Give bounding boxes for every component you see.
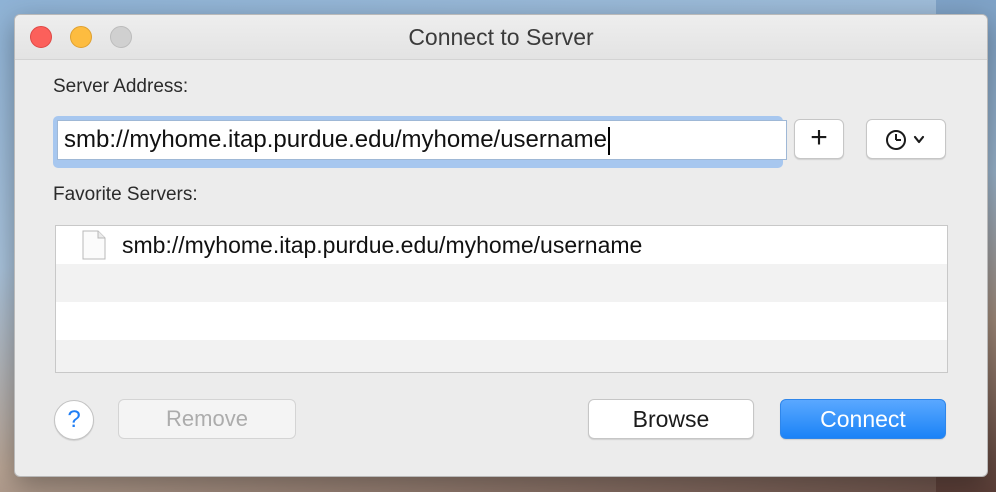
empty-row [56, 264, 947, 302]
favorite-servers-list[interactable]: smb://myhome.itap.purdue.edu/myhome/user… [55, 225, 948, 373]
plus-icon: + [810, 121, 828, 154]
list-item[interactable]: smb://myhome.itap.purdue.edu/myhome/user… [56, 226, 947, 264]
window-title: Connect to Server [408, 24, 594, 50]
connect-button[interactable]: Connect [780, 399, 946, 439]
remove-button: Remove [118, 399, 296, 439]
connect-to-server-dialog: Connect to Server Server Address: smb://… [14, 14, 988, 477]
list-item-label: smb://myhome.itap.purdue.edu/myhome/user… [122, 232, 643, 258]
empty-row [56, 302, 947, 340]
add-favorite-button[interactable]: + [794, 119, 844, 159]
document-icon [82, 230, 106, 260]
chevron-down-icon [913, 135, 925, 144]
favorite-servers-label: Favorite Servers: [53, 184, 198, 205]
text-caret [607, 126, 610, 155]
title-bar: Connect to Server [15, 15, 987, 60]
empty-row [56, 340, 947, 372]
server-address-value: smb://myhome.itap.purdue.edu/myhome/user… [64, 126, 607, 153]
browse-button[interactable]: Browse [588, 399, 754, 439]
help-button[interactable]: ? [54, 400, 94, 440]
server-address-input[interactable]: smb://myhome.itap.purdue.edu/myhome/user… [57, 120, 787, 160]
server-address-label: Server Address: [53, 76, 189, 97]
server-address-focus-ring: smb://myhome.itap.purdue.edu/myhome/user… [53, 116, 787, 168]
clock-icon [886, 130, 925, 150]
recent-servers-button[interactable] [866, 119, 946, 159]
